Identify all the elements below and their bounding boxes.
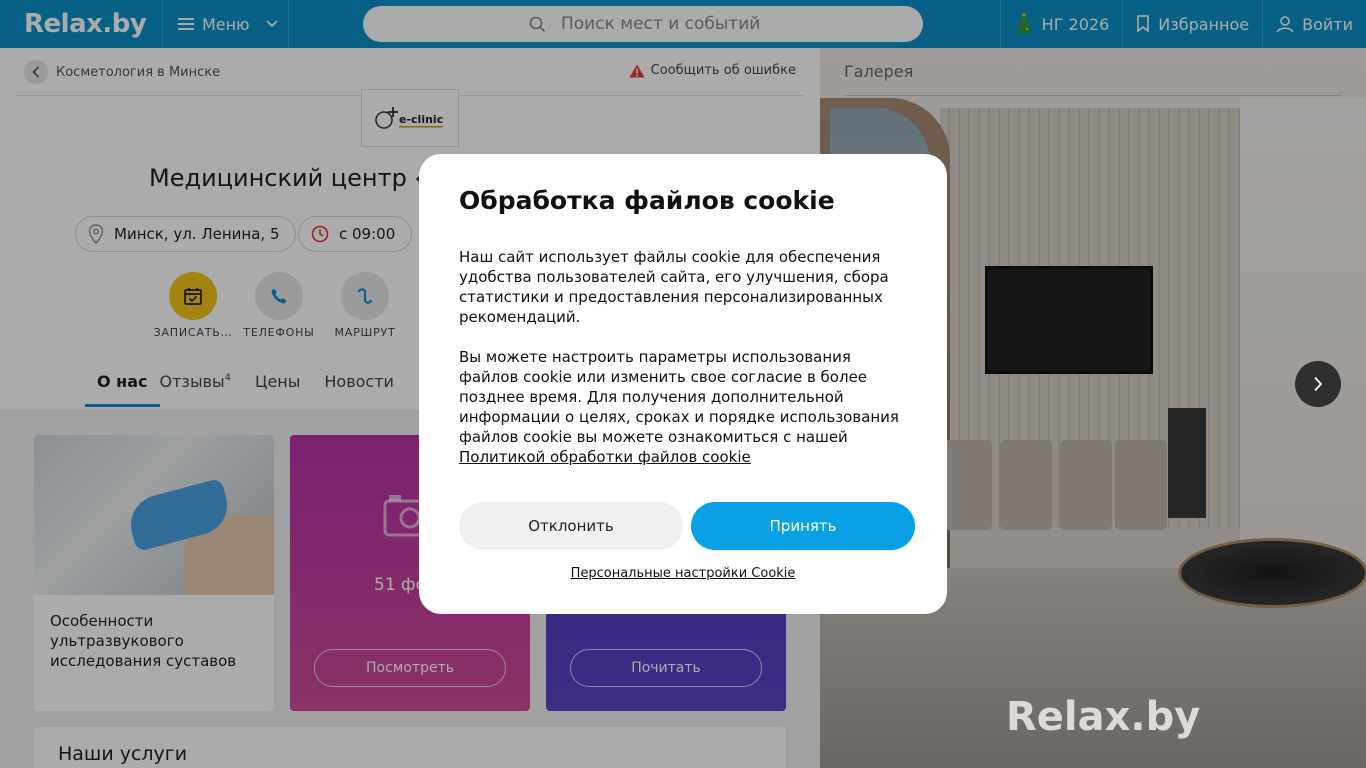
cookie-paragraph-2: Вы можете настроить параметры использова… xyxy=(459,347,907,467)
gallery-title: Галерея xyxy=(844,62,914,81)
gallery-divider xyxy=(844,95,1342,96)
chevron-right-icon xyxy=(1314,376,1323,392)
cookie-policy-link[interactable]: Политикой обработки файлов cookie xyxy=(459,448,751,466)
gallery-watermark: Relax.by xyxy=(1006,694,1201,740)
decline-button[interactable]: Отклонить xyxy=(459,502,683,550)
gallery-next-button[interactable] xyxy=(1295,361,1341,407)
cookie-modal-title: Обработка файлов cookie xyxy=(459,186,835,215)
cookie-paragraph-2-text: Вы можете настроить параметры использова… xyxy=(459,348,899,446)
personal-cookie-settings-link[interactable]: Персональные настройки Cookie xyxy=(419,566,947,581)
cookie-modal: Обработка файлов cookie Наш сайт использ… xyxy=(419,154,947,614)
cookie-paragraph-1: Наш сайт использует файлы cookie для обе… xyxy=(459,248,889,326)
accept-button[interactable]: Принять xyxy=(691,502,915,550)
